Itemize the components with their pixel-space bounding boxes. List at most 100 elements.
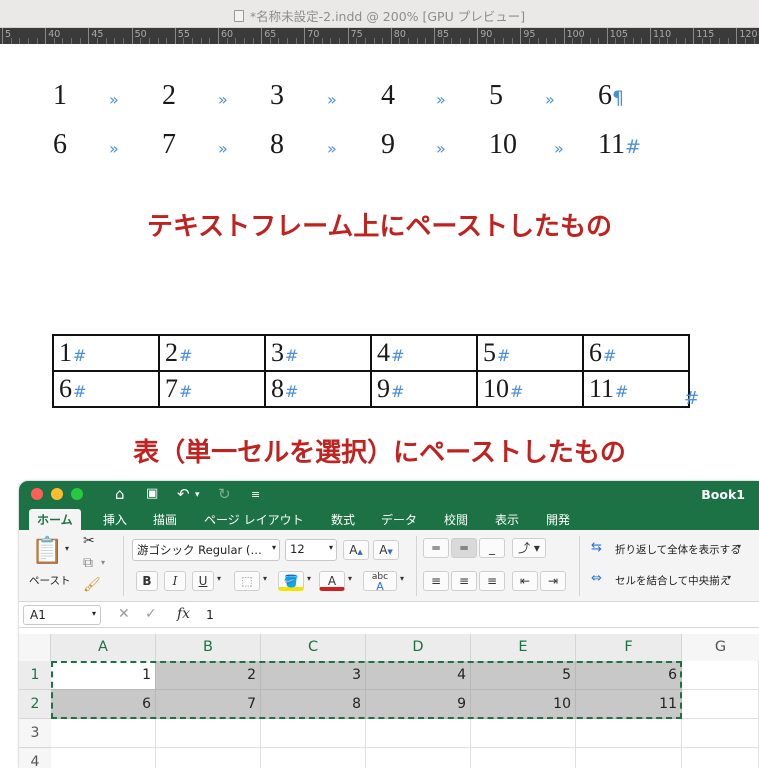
font-color-dropdown-icon[interactable]: ▾ <box>348 574 352 583</box>
tab-data[interactable]: データ <box>381 511 417 528</box>
cell-e2[interactable]: 10 <box>471 690 576 719</box>
cell-d4[interactable] <box>366 748 471 768</box>
underline-dropdown-icon[interactable]: ▾ <box>217 574 221 583</box>
phonetic-guide-button[interactable]: abc A <box>363 571 397 592</box>
cell-f3[interactable] <box>576 719 682 748</box>
row-header[interactable]: 4 <box>19 748 51 768</box>
align-top-button[interactable]: ═ <box>423 538 449 558</box>
cell-b3[interactable] <box>156 719 261 748</box>
undo-dropdown-icon[interactable]: ▾ <box>195 490 200 500</box>
tab-developer[interactable]: 開発 <box>546 511 570 528</box>
tab-draw[interactable]: 描画 <box>153 511 177 528</box>
row-header[interactable]: 2 <box>19 690 51 719</box>
table-cell[interactable]: 9# <box>370 370 478 408</box>
table-cell[interactable]: 3# <box>264 334 372 372</box>
cell-g4[interactable] <box>682 748 759 768</box>
column-header[interactable]: G <box>682 634 759 661</box>
increase-indent-button[interactable]: ⇥ <box>540 571 566 591</box>
fill-color-button[interactable]: 🪣 <box>278 571 304 591</box>
cell-f4[interactable] <box>576 748 682 768</box>
row-header[interactable]: 1 <box>19 661 51 690</box>
align-middle-button[interactable]: ═ <box>451 538 477 558</box>
wrap-text-button[interactable]: 折り返して全体を表示する <box>615 542 741 557</box>
column-header[interactable]: A <box>51 634 156 661</box>
cancel-icon[interactable]: ✕ <box>118 606 130 622</box>
font-color-button[interactable]: A <box>319 571 345 591</box>
cell-a2[interactable]: 6 <box>51 690 156 719</box>
save-icon[interactable]: ▣ <box>146 486 158 501</box>
borders-button[interactable]: ⬚ <box>234 571 260 591</box>
table-cell[interactable]: 5# <box>476 334 584 372</box>
tab-home[interactable]: ホーム <box>29 509 81 530</box>
cell-d2[interactable]: 9 <box>366 690 471 719</box>
tab-insert[interactable]: 挿入 <box>103 511 127 528</box>
enter-icon[interactable]: ✓ <box>145 606 157 622</box>
increase-font-size-button[interactable]: A▲ <box>343 540 369 560</box>
table-cell[interactable]: 4# <box>370 334 478 372</box>
cell-b2[interactable]: 7 <box>156 690 261 719</box>
orientation-button[interactable]: ⤴ ▾ <box>512 538 546 558</box>
paste-dropdown-icon[interactable]: ▾ <box>65 544 69 553</box>
paste-icon[interactable]: 📋 <box>31 536 63 566</box>
align-center-button[interactable]: ≡ <box>451 571 477 591</box>
cell-e1[interactable]: 5 <box>471 661 576 690</box>
minimize-window-button[interactable] <box>51 488 63 500</box>
merge-center-icon[interactable]: ⇔ <box>591 571 602 586</box>
cell-c2[interactable]: 8 <box>261 690 366 719</box>
copy-icon[interactable]: ⧉ <box>83 555 93 571</box>
close-window-button[interactable] <box>31 488 43 500</box>
cell-g3[interactable] <box>682 719 759 748</box>
formula-input[interactable]: 1 <box>206 607 214 622</box>
cell-d1[interactable]: 4 <box>366 661 471 690</box>
redo-icon[interactable]: ↻ <box>218 485 231 503</box>
cell-f2[interactable]: 11 <box>576 690 682 719</box>
decrease-indent-button[interactable]: ⇤ <box>512 571 538 591</box>
align-bottom-button[interactable]: _ <box>479 538 505 558</box>
tab-page-layout[interactable]: ページ レイアウト <box>204 511 304 528</box>
cell-a4[interactable] <box>51 748 156 768</box>
wrap-text-dropdown-icon[interactable]: ▾ <box>737 542 741 551</box>
copy-dropdown-icon[interactable]: ▾ <box>101 558 105 567</box>
merge-center-button[interactable]: セルを結合して中央揃え <box>615 573 730 588</box>
cell-e4[interactable] <box>471 748 576 768</box>
home-icon[interactable]: ⌂ <box>115 485 125 503</box>
borders-dropdown-icon[interactable]: ▾ <box>263 574 267 583</box>
cell-b4[interactable] <box>156 748 261 768</box>
underline-button[interactable]: U <box>192 571 214 591</box>
format-painter-icon[interactable]: 🖌 <box>83 577 101 593</box>
column-header[interactable]: B <box>156 634 261 661</box>
cell-e3[interactable] <box>471 719 576 748</box>
paste-label[interactable]: ペースト <box>29 573 70 588</box>
cell-c4[interactable] <box>261 748 366 768</box>
italic-button[interactable]: I <box>164 571 186 591</box>
select-all-corner[interactable] <box>19 634 51 661</box>
row-header[interactable]: 3 <box>19 719 51 748</box>
cell-b1[interactable]: 2 <box>156 661 261 690</box>
table-cell[interactable]: 8# <box>264 370 372 408</box>
horizontal-ruler[interactable]: 5 40 45 50 55 60 65 70 75 80 85 90 95 100 105 110 115 120 <box>0 28 759 44</box>
phonetic-dropdown-icon[interactable]: ▾ <box>400 574 404 583</box>
column-header[interactable]: E <box>471 634 576 661</box>
tab-review[interactable]: 校閲 <box>444 511 468 528</box>
undo-icon[interactable]: ↶ <box>177 485 190 503</box>
column-header[interactable]: C <box>261 634 366 661</box>
cell-f1[interactable]: 6 <box>576 661 682 690</box>
align-right-button[interactable]: ≡ <box>479 571 505 591</box>
table-cell[interactable]: 2# <box>158 334 266 372</box>
cell-g2[interactable] <box>682 690 759 719</box>
bold-button[interactable]: B <box>136 571 158 591</box>
cell-d3[interactable] <box>366 719 471 748</box>
column-header[interactable]: D <box>366 634 471 661</box>
font-size-select[interactable]: 12 ▾ <box>285 539 337 561</box>
name-box[interactable]: A1 ▾ <box>23 605 101 625</box>
fill-color-dropdown-icon[interactable]: ▾ <box>307 574 311 583</box>
wrap-text-icon[interactable]: ⇆ <box>591 540 602 555</box>
tab-formulas[interactable]: 数式 <box>331 511 355 528</box>
align-left-button[interactable]: ≡ <box>423 571 449 591</box>
insert-function-icon[interactable]: fx <box>177 606 190 622</box>
table-cell[interactable]: 10# <box>476 370 584 408</box>
table-cell[interactable]: 6# <box>52 370 160 408</box>
indesign-table[interactable]: 1# 2# 3# 4# 5# 6# 6# 7# 8# 9# 10# 11# <box>52 334 690 408</box>
cut-icon[interactable]: ✂ <box>83 533 95 549</box>
cell-a3[interactable] <box>51 719 156 748</box>
